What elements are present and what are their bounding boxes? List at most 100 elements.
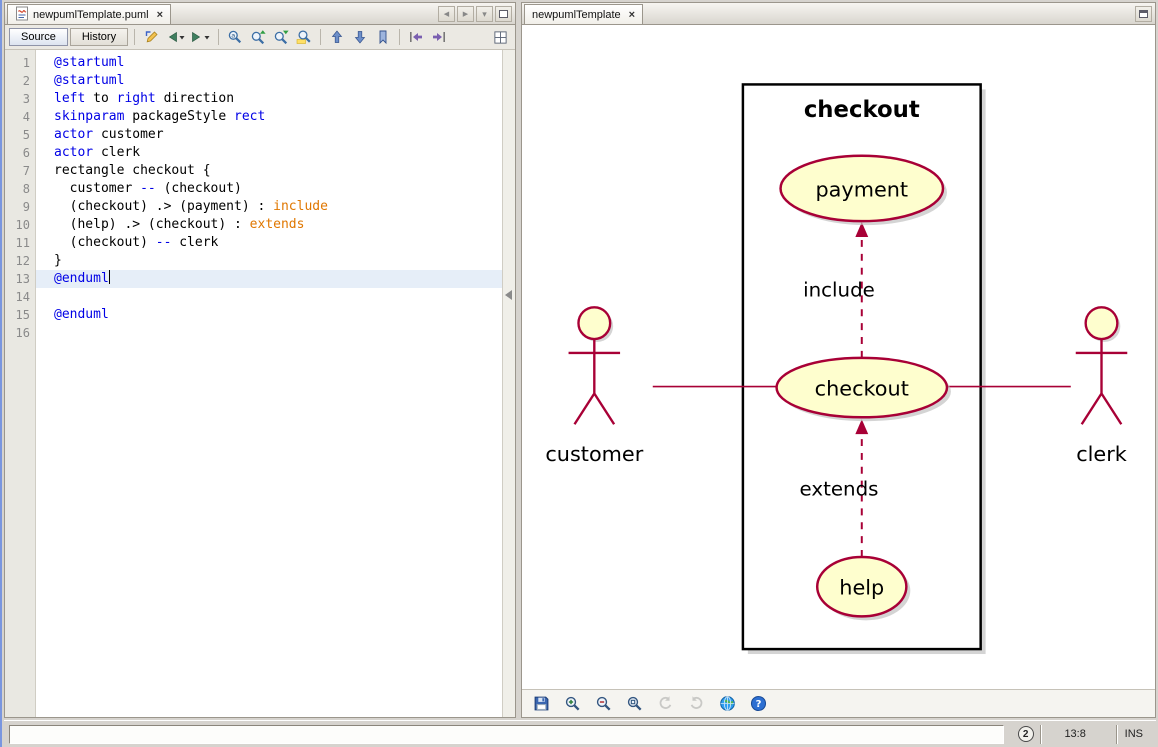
preview-pane: newpumlTemplate × checkout include exten… [521,2,1156,718]
zoom-in-button[interactable] [561,692,584,715]
actor-clerk-body [1075,339,1128,425]
code-line-8[interactable]: customer -- (checkout) [36,180,502,198]
open-in-browser-button[interactable] [716,692,739,715]
uml-diagram-canvas[interactable]: checkout include extends payment checkou… [522,25,1155,689]
code-line-9[interactable]: (checkout) .> (payment) : include [36,198,502,216]
editor-toolbar: Source History a [5,25,515,50]
code-line-13[interactable]: @enduml [36,270,502,288]
diagram-toolbar: ? [522,689,1155,717]
next-bookmark-button[interactable] [349,27,371,48]
usecase-payment-label: payment [815,177,908,201]
line-number: 6 [22,146,30,160]
line-number: 14 [15,290,30,304]
split-document-button[interactable] [489,27,511,48]
back-button[interactable] [164,27,188,48]
minimize-window-group-button[interactable] [1135,6,1152,22]
line-number: 2 [22,74,30,88]
code-line-3[interactable]: left to right direction [36,90,502,108]
last-edit-button[interactable] [141,27,163,48]
line-number: 7 [22,164,30,178]
shift-right-button[interactable] [428,27,450,48]
toolbar-separator [399,29,401,45]
toggle-bookmark-button[interactable] [372,27,394,48]
about-button[interactable]: ? [747,692,770,715]
history-view-button[interactable]: History [69,28,129,46]
code-line-16[interactable] [36,324,502,342]
actor-clerk[interactable]: clerk [1075,306,1128,466]
code-line-12[interactable]: } [36,252,502,270]
insert-mode-indicator[interactable]: INS [1115,724,1151,744]
error-stripe[interactable] [502,50,515,717]
line-number: 1 [22,56,30,70]
usecase-help-label: help [839,576,884,600]
preview-tab-close-icon[interactable]: × [629,9,635,21]
toggle-highlight-search-button[interactable] [293,27,315,48]
actor-customer-label: customer [545,442,643,466]
code-line-1[interactable]: @startuml [36,54,502,72]
actor-customer[interactable]: customer [545,306,644,466]
previous-bookmark-button[interactable] [326,27,348,48]
ide-window: newpumlTemplate.puml × ◀ ▶ ▾ Source Hist… [0,0,1158,747]
caret-position: 13:8 [1039,724,1110,744]
zoom-out-button[interactable] [592,692,615,715]
preview-tab-controls [1135,6,1155,24]
line-number: 12 [15,254,30,268]
editor-pane: newpumlTemplate.puml × ◀ ▶ ▾ Source Hist… [4,2,516,718]
rotate-left-button [654,692,677,715]
line-number: 5 [22,128,30,142]
toolbar-separator [134,29,136,45]
tab-newpumltemplate-preview[interactable]: newpumlTemplate × [524,4,644,24]
line-number: 15 [15,308,30,322]
text-caret [108,270,111,284]
code-line-4[interactable]: skinparam packageStyle rect [36,108,502,126]
zoom-reset-button[interactable] [623,692,646,715]
uml-usecase-diagram: checkout include extends payment checkou… [545,83,1128,655]
export-image-button[interactable] [530,692,553,715]
code-line-7[interactable]: rectangle checkout { [36,162,502,180]
code-line-14[interactable] [36,288,502,306]
actor-clerk-head [1084,306,1119,341]
toolbar-separator [320,29,322,45]
line-number-gutter: 1 2 3 4 5 6 7 8 9 10 11 12 13 14 15 16 [5,50,36,717]
puml-file-icon [15,6,29,24]
code-line-10[interactable]: (help) .> (checkout) : extends [36,216,502,234]
code-line-15[interactable]: @enduml [36,306,502,324]
notifications-badge[interactable]: 2 [1017,726,1034,742]
find-previous-occurrence-button[interactable] [247,27,269,48]
code-line-6[interactable]: actor clerk [36,144,502,162]
line-number: 3 [22,92,30,106]
line-number: 9 [22,200,30,214]
svg-text:a: a [231,32,235,40]
code-editor[interactable]: 1 2 3 4 5 6 7 8 9 10 11 12 13 14 15 16 @startuml @startu… [5,50,515,717]
line-number: 8 [22,182,30,196]
preview-tab-label: newpumlTemplate [532,8,621,21]
forward-button[interactable] [189,27,213,48]
code-line-11[interactable]: (checkout) -- clerk [36,234,502,252]
code-line-5[interactable]: actor customer [36,126,502,144]
maximize-icon [499,10,508,18]
code-lines[interactable]: @startuml @startuml left to right directio… [36,50,502,717]
actor-customer-head [577,306,612,341]
find-selection-button[interactable]: a [224,27,246,48]
line-number: 4 [22,110,30,124]
find-next-occurrence-button[interactable] [270,27,292,48]
code-line-2[interactable]: @startuml [36,72,502,90]
source-view-button[interactable]: Source [9,28,68,46]
maximize-window-button[interactable] [495,6,512,22]
minimize-icon [1139,10,1148,18]
toolbar-separator [218,29,220,45]
scroll-tabs-left-button[interactable]: ◀ [438,6,455,22]
preview-tab-bar: newpumlTemplate × [522,3,1155,25]
shift-left-button[interactable] [405,27,427,48]
tab-close-icon[interactable]: × [157,9,163,21]
package-title: checkout [804,97,920,123]
svg-text:?: ? [756,699,762,710]
status-bar: 2 13:8 INS [4,720,1156,747]
editor-tab-bar: newpumlTemplate.puml × ◀ ▶ ▾ [5,3,515,25]
rotate-right-button [685,692,708,715]
scroll-tabs-right-button[interactable]: ▶ [457,6,474,22]
extends-label: extends [800,478,879,501]
usecase-checkout-label: checkout [815,376,909,400]
opened-documents-list-button[interactable]: ▾ [476,6,493,22]
tab-newpumltemplate-puml[interactable]: newpumlTemplate.puml × [7,4,171,24]
